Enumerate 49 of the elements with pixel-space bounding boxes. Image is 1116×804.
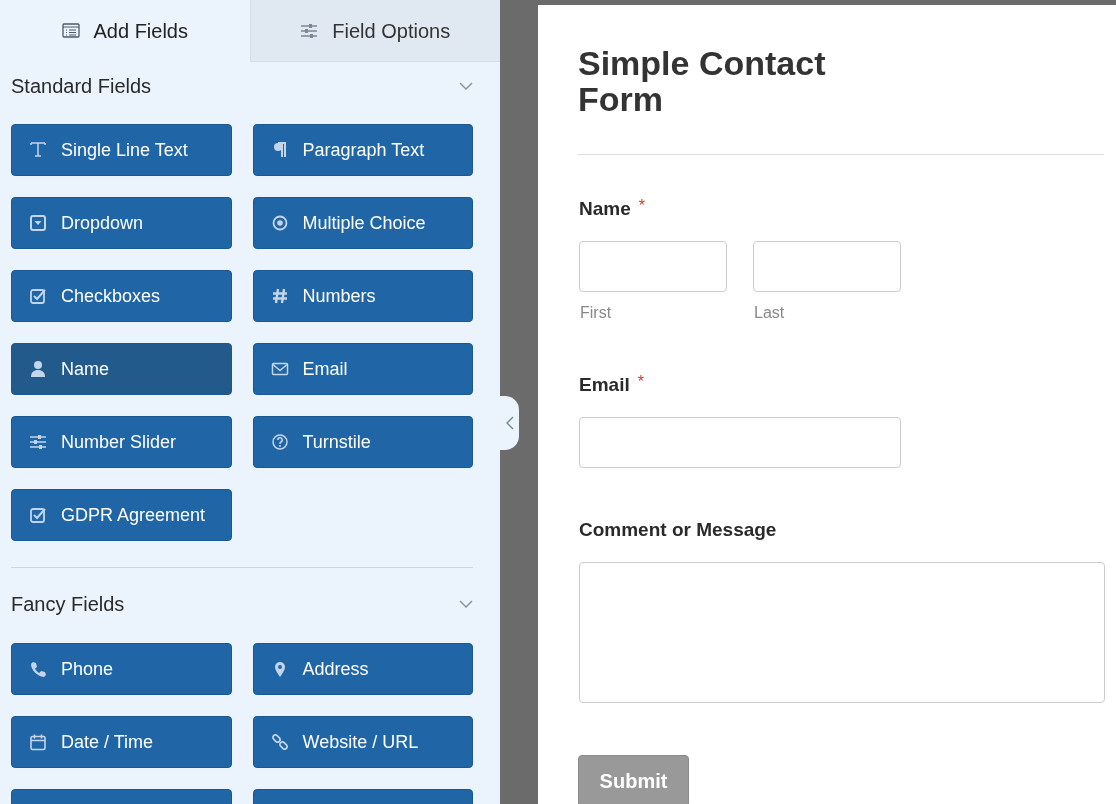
field-button[interactable]: Website / URL: [252, 716, 473, 768]
chevron-down-icon: [459, 82, 473, 90]
form-title: Simple Contact Form: [578, 45, 827, 117]
link-icon: [270, 733, 289, 751]
field-button[interactable]: Address: [252, 643, 473, 695]
field-button[interactable]: Paragraph Text: [252, 124, 473, 176]
field-button[interactable]: Phone: [11, 643, 232, 695]
tab[interactable]: Field Options: [249, 0, 500, 62]
question-icon: [270, 433, 289, 451]
field-button[interactable]: Name: [11, 343, 232, 395]
field-button[interactable]: Email: [252, 343, 473, 395]
section-header[interactable]: Fancy Fields: [11, 568, 473, 640]
sliders-icon: [29, 433, 47, 451]
input-field[interactable]: [579, 417, 901, 468]
input-field[interactable]: [579, 241, 727, 292]
input-field[interactable]: [753, 241, 901, 292]
field-button[interactable]: Turnstile: [252, 416, 473, 468]
field-button[interactable]: GDPR Agreement: [11, 489, 232, 541]
chevron-left-icon: [505, 416, 514, 430]
field-button[interactable]: Single Line Text: [11, 124, 232, 176]
sublabel: First: [579, 303, 613, 323]
field-label: Comment or Message: [578, 517, 777, 542]
radio-icon: [270, 214, 289, 232]
required-asterisk: *: [637, 372, 644, 392]
sublabel: Last: [753, 303, 786, 323]
checkbox-icon: [29, 287, 47, 305]
field-button[interactable]: Numbers: [252, 270, 473, 322]
field-button[interactable]: Checkboxes: [11, 270, 232, 322]
hash-icon: [270, 287, 289, 305]
list-icon: [61, 22, 80, 40]
field-button[interactable]: Date / Time: [11, 716, 232, 768]
text-cursor-icon: [29, 141, 47, 159]
required-asterisk: *: [638, 196, 645, 216]
chevron-down-icon: [459, 600, 473, 608]
field-button[interactable]: Multiple Choice: [252, 197, 473, 249]
text-area[interactable]: [579, 562, 1105, 703]
calendar-icon: [29, 733, 47, 751]
phone-icon: [29, 660, 47, 678]
sliders-icon: [300, 21, 319, 40]
field-label: Email: [578, 372, 630, 397]
field-button[interactable]: Dropdown: [11, 197, 232, 249]
field-button[interactable]: Number Slider: [11, 416, 232, 468]
envelope-icon: [270, 360, 289, 378]
checkbox-icon: [29, 506, 47, 524]
field-label: Name: [578, 196, 631, 221]
section-header[interactable]: Standard Fields: [11, 62, 473, 110]
dropdown-icon: [29, 214, 47, 232]
collapse-tab[interactable]: [500, 396, 519, 450]
person-icon: [29, 360, 47, 378]
